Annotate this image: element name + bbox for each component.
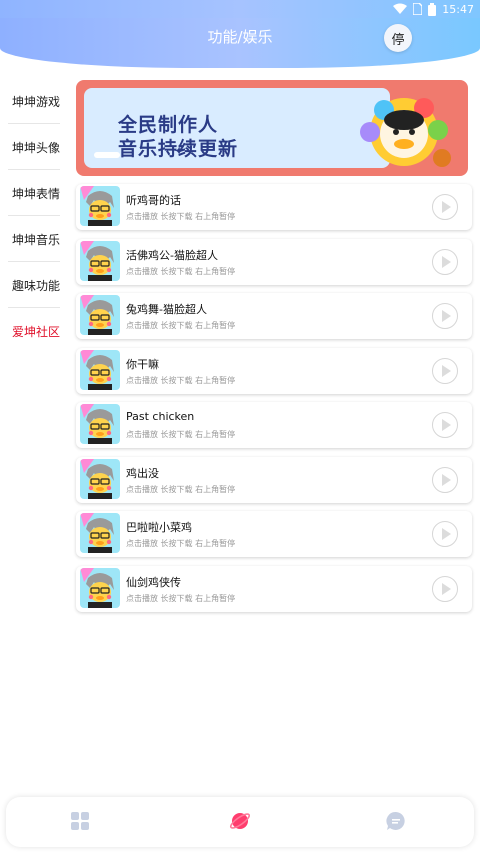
play-button[interactable]: [432, 575, 458, 602]
play-icon: [442, 364, 451, 377]
tab-home[interactable]: [68, 809, 92, 833]
avatar: [80, 186, 120, 226]
avatar: [80, 404, 120, 444]
song-title: Past chicken: [126, 410, 195, 423]
sidebar-item-stickers[interactable]: 坤坤表情: [0, 170, 66, 216]
play-button[interactable]: [432, 521, 458, 547]
play-icon: [442, 528, 451, 540]
avatar: [80, 295, 120, 335]
banner-panel: 全民制作人 音乐持续更新 ✦: [84, 88, 390, 168]
sidebar-item-music[interactable]: 坤坤音乐: [0, 216, 66, 262]
song-row[interactable]: 听鸡哥的话点击播放 长按下载 右上角暂停: [76, 184, 472, 230]
sidebar-item-fun[interactable]: 趣味功能: [0, 262, 66, 308]
stop-button[interactable]: 停: [384, 24, 412, 52]
sidebar-item-community[interactable]: 爱坤社区: [0, 308, 66, 354]
grid-icon: [71, 812, 89, 830]
wifi-icon: [393, 3, 408, 14]
song-title: 活佛鸡公-猫脸超人: [126, 248, 218, 262]
song-hint: 点击播放 长按下载 右上角暂停: [126, 484, 236, 494]
song-row[interactable]: 活佛鸡公-猫脸超人点击播放 长按下载 右上角暂停: [76, 238, 472, 285]
song-title: 听鸡哥的话: [126, 194, 181, 207]
song-title: 兔鸡舞-猫脸超人: [126, 303, 207, 316]
play-button[interactable]: [432, 194, 458, 220]
song-title: 仙剑鸡侠传: [126, 575, 181, 589]
play-icon: [442, 201, 451, 213]
song-hint: 点击播放 长按下载 右上角暂停: [126, 266, 236, 276]
song-title: 鸡出没: [126, 466, 159, 480]
header: 功能/娱乐 停: [0, 18, 480, 68]
play-button[interactable]: [432, 466, 458, 493]
song-hint: 点击播放 长按下载 右上角暂停: [126, 430, 236, 439]
bottom-nav: [6, 797, 474, 847]
sidebar-item-avatars[interactable]: 坤坤头像: [0, 124, 66, 170]
avatar: [80, 567, 120, 608]
tab-messages[interactable]: [384, 809, 408, 833]
planet-icon: [229, 813, 251, 829]
play-icon: [442, 255, 451, 268]
bone-decoration: [94, 152, 120, 158]
song-hint: 点击播放 长按下载 右上角暂停: [126, 321, 236, 330]
sim-icon: [413, 3, 423, 15]
status-time: 15:47: [442, 2, 474, 16]
song-row[interactable]: 兔鸡舞-猫脸超人点击播放 长按下载 右上角暂停: [76, 293, 472, 339]
sidebar: 坤坤游戏 坤坤头像 坤坤表情 坤坤音乐 趣味功能 爱坤社区: [0, 78, 66, 354]
avatar: [80, 349, 120, 390]
sidebar-item-games[interactable]: 坤坤游戏: [0, 78, 66, 124]
song-list: 听鸡哥的话 点击播放 长按下载 右上角暂停 活佛鸡公-猫脸超人 点击播放 长按下载 右…: [76, 184, 472, 620]
star-decoration: ✦: [174, 144, 185, 158]
banner-line-1: 全民制作人: [118, 114, 219, 136]
song-row[interactable]: 你干嘛点击播放 长按下载 右上角暂停: [76, 347, 472, 394]
song-row[interactable]: Past chicken 点击播放 长按下载 右上角暂停: [76, 402, 472, 448]
play-button[interactable]: [432, 357, 458, 384]
mascot-illustration: [360, 98, 451, 167]
song-row[interactable]: 鸡出没点击播放 长按下载 右上角暂停: [76, 456, 472, 503]
avatar: [80, 458, 120, 499]
status-bar: 15:47: [0, 0, 480, 18]
play-icon: [442, 419, 451, 431]
play-button[interactable]: [432, 248, 458, 275]
song-hint: 点击播放 长按下载 右上角暂停: [126, 539, 236, 548]
song-row[interactable]: 仙剑鸡侠传点击播放 长按下载 右上角暂停: [76, 565, 472, 612]
avatar: [80, 240, 120, 281]
play-icon: [442, 473, 451, 486]
play-button[interactable]: [432, 303, 458, 329]
battery-icon: [428, 2, 437, 16]
play-button[interactable]: [432, 412, 458, 438]
avatar: [80, 513, 120, 553]
play-icon: [442, 310, 451, 322]
banner[interactable]: 全民制作人 音乐持续更新 ✦: [76, 80, 468, 176]
chat-icon: [386, 811, 405, 830]
song-row[interactable]: 巴啦啦小菜鸡点击播放 长按下载 右上角暂停: [76, 511, 472, 557]
song-title: 巴啦啦小菜鸡: [126, 521, 192, 534]
song-hint: 点击播放 长按下载 右上角暂停: [126, 212, 236, 221]
song-title: 你干嘛: [126, 357, 159, 371]
play-icon: [442, 582, 451, 595]
song-hint: 点击播放 长按下载 右上角暂停: [126, 375, 236, 385]
song-hint: 点击播放 长按下载 右上角暂停: [126, 593, 236, 603]
tab-discover[interactable]: [228, 809, 252, 833]
